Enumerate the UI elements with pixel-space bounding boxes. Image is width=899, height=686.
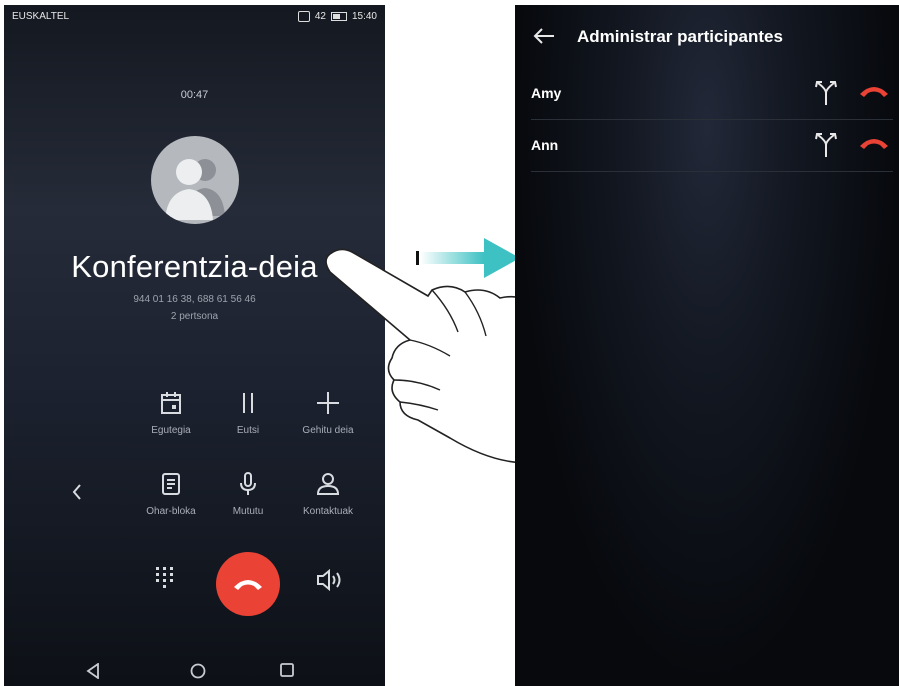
participant-row: Amy: [531, 68, 893, 120]
back-arrow-icon[interactable]: [533, 27, 555, 45]
page-title: Administrar participantes: [577, 27, 783, 46]
split-call-icon[interactable]: [814, 132, 838, 158]
status-indicators: 42 15:40: [297, 11, 377, 22]
contact-icon: [316, 473, 340, 495]
end-call-icon: [234, 580, 262, 590]
split-call-icon[interactable]: [814, 80, 838, 106]
battery-icon: [330, 12, 347, 21]
hangup-icon[interactable]: [858, 136, 890, 150]
toolbar: Administrar participantes: [515, 5, 899, 67]
pause-icon: [243, 393, 253, 413]
notepad-icon: [162, 473, 180, 495]
hold-button[interactable]: Eutsi: [203, 387, 293, 436]
contacts-button[interactable]: Kontaktuak: [283, 468, 373, 517]
call-timer: 00:47: [180, 89, 209, 101]
calendar-label: Egutegia: [151, 425, 191, 436]
status-time: 15:40: [351, 11, 377, 22]
nav-home-icon[interactable]: [190, 663, 206, 679]
manage-participants-screen: Administrar participantes Amy Ann: [515, 5, 899, 686]
contacts-label: Kontaktuak: [302, 506, 354, 517]
speaker-icon[interactable]: [316, 569, 344, 591]
hold-label: Eutsi: [236, 425, 260, 436]
end-call-button[interactable]: [216, 552, 280, 616]
participant-name: Amy: [531, 85, 562, 101]
chevron-left-icon[interactable]: [70, 483, 84, 501]
signal-icon: [297, 11, 310, 22]
notepad-label: Ohar-bloka: [146, 506, 196, 517]
nav-bar: [4, 655, 385, 685]
status-bar: EUSKALTEL 42 15:40: [4, 5, 385, 27]
nav-back-icon[interactable]: [86, 663, 100, 679]
participant-name: Ann: [531, 137, 559, 153]
microphone-icon: [240, 472, 256, 495]
carrier-name: EUSKALTEL: [12, 11, 70, 22]
mute-button[interactable]: Mututu: [203, 468, 293, 517]
calendar-icon: [161, 392, 181, 414]
participant-row: Ann: [531, 120, 893, 172]
dialpad-icon[interactable]: [155, 566, 175, 588]
mute-label: Mututu: [232, 506, 264, 517]
hangup-icon[interactable]: [858, 84, 890, 98]
battery-level: 42: [314, 11, 326, 22]
conference-avatar-icon: [151, 136, 239, 224]
nav-recents-icon[interactable]: [280, 663, 294, 677]
